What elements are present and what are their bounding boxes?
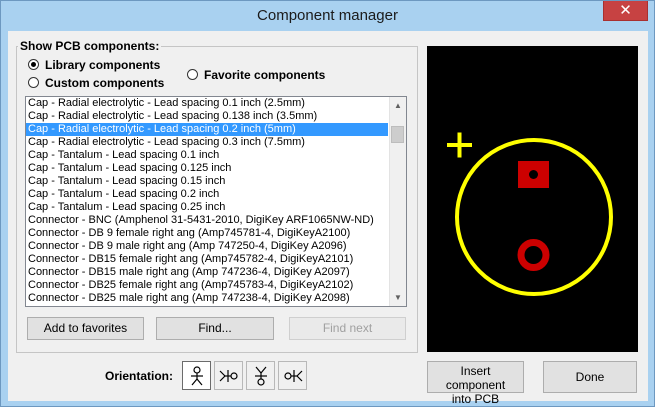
close-button[interactable]: ✕ bbox=[603, 1, 648, 21]
orientation-left-button[interactable] bbox=[214, 361, 243, 390]
radio-favorite-components[interactable]: Favorite components bbox=[187, 68, 325, 82]
list-item[interactable]: Cap - Radial electrolytic - Lead spacing… bbox=[26, 136, 388, 149]
orientation-down-button[interactable] bbox=[246, 361, 275, 390]
list-item[interactable]: Cap - Tantalum - Lead spacing 0.2 inch bbox=[26, 188, 388, 201]
list-scrollbar[interactable]: ▲ ▼ bbox=[389, 97, 406, 306]
done-button[interactable]: Done bbox=[543, 361, 637, 393]
list-item[interactable]: Cap - Radial electrolytic - Lead spacing… bbox=[26, 110, 388, 123]
list-item-selected[interactable]: Cap - Radial electrolytic - Lead spacing… bbox=[26, 123, 388, 136]
add-to-favorites-button[interactable]: Add to favorites bbox=[27, 317, 144, 340]
window-title: Component manager bbox=[257, 7, 398, 24]
list-item[interactable]: Cap - Tantalum - Lead spacing 0.15 inch bbox=[26, 175, 388, 188]
scroll-up-icon[interactable]: ▲ bbox=[390, 97, 406, 114]
radio-label: Custom components bbox=[45, 76, 165, 90]
insert-component-button[interactable]: Insert component into PCB bbox=[427, 361, 524, 406]
scroll-down-icon[interactable]: ▼ bbox=[390, 289, 406, 306]
radio-dot bbox=[187, 69, 198, 80]
component-preview bbox=[427, 46, 638, 352]
orientation-right-button[interactable] bbox=[278, 361, 307, 390]
list-item[interactable]: Cap - Tantalum - Lead spacing 0.25 inch bbox=[26, 201, 388, 214]
orient-down-icon bbox=[254, 366, 267, 386]
orient-right-icon bbox=[283, 369, 302, 382]
orientation-up-button[interactable] bbox=[182, 361, 211, 390]
list-item[interactable]: Connector - DB15 male right ang (Amp 747… bbox=[26, 266, 388, 279]
group-label: Show PCB components: bbox=[18, 39, 162, 53]
list-item[interactable]: Connector - DB15 female right ang (Amp74… bbox=[26, 253, 388, 266]
capacitor-footprint-icon bbox=[427, 46, 638, 352]
find-button[interactable]: Find... bbox=[156, 317, 274, 340]
list-item[interactable]: Cap - Tantalum - Lead spacing 0.125 inch bbox=[26, 162, 388, 175]
orientation-label: Orientation: bbox=[105, 369, 173, 383]
radio-library-components[interactable]: Library components bbox=[28, 58, 160, 72]
scrollbar-thumb[interactable] bbox=[391, 126, 404, 143]
title-bar[interactable]: Component manager bbox=[1, 1, 654, 31]
radio-dot bbox=[28, 77, 39, 88]
radio-dot bbox=[28, 59, 39, 70]
radio-custom-components[interactable]: Custom components bbox=[28, 76, 164, 90]
radio-label: Favorite components bbox=[204, 68, 326, 82]
orient-left-icon bbox=[219, 369, 238, 382]
list-item[interactable]: Connector - DB 9 male right ang (Amp 747… bbox=[26, 240, 388, 253]
radio-label: Library components bbox=[45, 58, 161, 72]
find-next-button[interactable]: Find next bbox=[289, 317, 406, 340]
list-item[interactable]: Connector - BNC (Amphenol 31-5431-2010, … bbox=[26, 214, 388, 227]
list-item[interactable]: Connector - DB25 male right ang (Amp 747… bbox=[26, 292, 388, 305]
component-manager-window: Component manager ✕ Show PCB components:… bbox=[0, 0, 655, 407]
list-item[interactable]: Connector - DB 9 female right ang (Amp74… bbox=[26, 227, 388, 240]
close-icon: ✕ bbox=[619, 1, 632, 19]
list-item[interactable]: Cap - Radial electrolytic - Lead spacing… bbox=[26, 97, 388, 110]
pad-hole bbox=[529, 170, 538, 179]
list-item[interactable]: Connector - DB25 female right ang (Amp74… bbox=[26, 279, 388, 292]
insert-button-label: Insert component into PCB bbox=[445, 364, 506, 406]
list-item[interactable]: Cap - Tantalum - Lead spacing 0.1 inch bbox=[26, 149, 388, 162]
dialog-body: Show PCB components: Library components … bbox=[8, 31, 648, 406]
component-list-rows: Cap - Radial electrolytic - Lead spacing… bbox=[26, 97, 388, 305]
orient-up-icon bbox=[190, 366, 203, 386]
component-list[interactable]: Cap - Radial electrolytic - Lead spacing… bbox=[25, 96, 407, 307]
